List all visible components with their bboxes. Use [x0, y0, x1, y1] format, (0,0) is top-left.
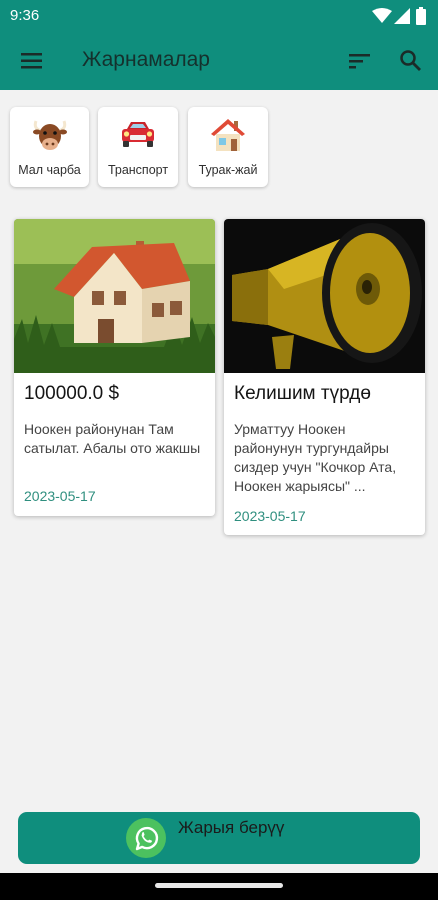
listing-card[interactable]: 100000.0 $ Ноокен районунан Там сатылат.…	[14, 219, 215, 516]
house-icon	[211, 119, 245, 151]
category-label: Мал чарба	[18, 163, 81, 177]
listing-price: 100000.0 $	[24, 383, 120, 404]
cellular-signal-icon	[394, 8, 410, 24]
battery-icon	[416, 7, 426, 25]
listing-description: Ноокен районунан Там сатылат. Абалы ото …	[24, 421, 201, 456]
system-navigation-bar	[0, 873, 438, 900]
bull-icon	[32, 120, 67, 150]
status-time: 9:36	[10, 7, 40, 24]
megaphone-photo	[224, 219, 425, 373]
category-housing[interactable]: Турак-жай	[188, 107, 268, 187]
post-ad-button[interactable]: Жарыя берүү	[18, 812, 420, 864]
listing-card[interactable]: Келишим түрдө Урматтуу Ноокен районунун …	[224, 219, 425, 535]
status-icons	[372, 7, 428, 25]
house-photo	[14, 219, 215, 373]
listing-date: 2023-05-17	[234, 508, 306, 524]
app-bar: Жарнамалар	[0, 32, 438, 90]
search-button[interactable]	[396, 46, 426, 76]
wifi-icon	[372, 8, 392, 23]
hamburger-menu-button[interactable]	[17, 46, 47, 76]
category-transport[interactable]: Транспорт	[98, 107, 178, 187]
home-gesture-handle[interactable]	[155, 883, 283, 888]
post-ad-label: Жарыя берүү	[178, 818, 285, 837]
category-label: Турак-жай	[198, 163, 258, 177]
sort-icon	[349, 54, 370, 69]
search-icon	[400, 50, 421, 71]
category-livestock[interactable]: Мал чарба	[10, 107, 89, 187]
status-bar: 9:36	[0, 0, 438, 32]
hamburger-icon	[21, 53, 42, 69]
listing-description: Урматтуу Ноокен районунун тургундайры си…	[234, 421, 397, 494]
page-title: Жарнамалар	[82, 48, 210, 71]
whatsapp-icon	[126, 818, 166, 858]
car-icon	[122, 122, 154, 147]
sort-button[interactable]	[345, 46, 375, 76]
category-label: Транспорт	[107, 163, 169, 177]
listing-date: 2023-05-17	[24, 488, 96, 504]
listing-title: Келишим түрдө	[234, 383, 371, 404]
